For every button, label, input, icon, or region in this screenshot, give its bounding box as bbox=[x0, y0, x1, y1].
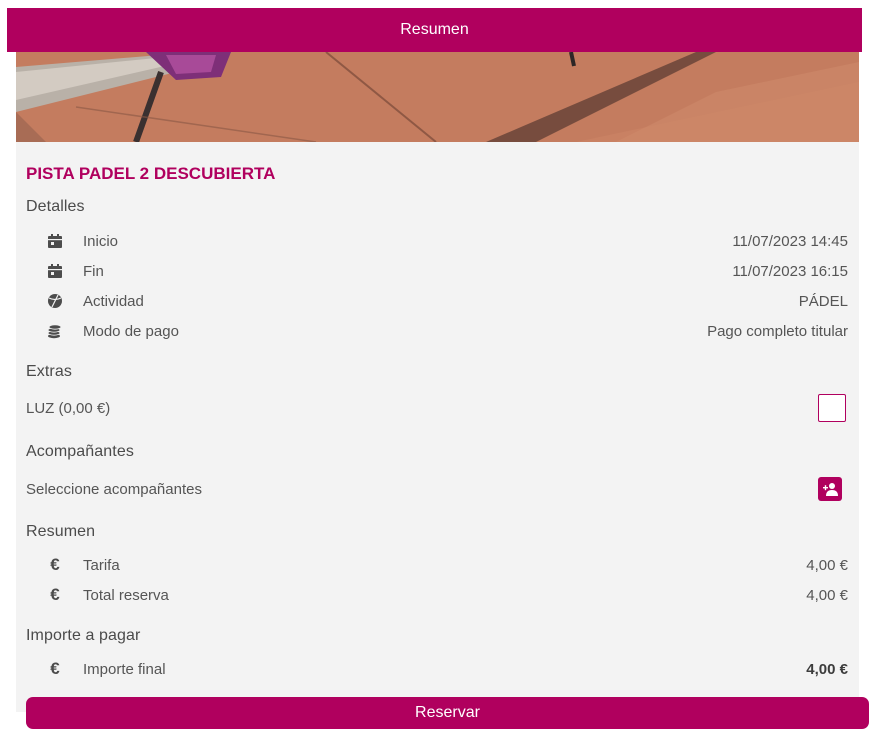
detail-label: Modo de pago bbox=[83, 322, 179, 340]
calendar-icon bbox=[45, 231, 65, 251]
detail-label: Actividad bbox=[83, 292, 144, 310]
payment-row-final: € Importe final 4,00 € bbox=[26, 657, 848, 681]
court-photo bbox=[16, 52, 859, 142]
reservation-card: PISTA PADEL 2 DESCUBIERTA Detalles Inici… bbox=[16, 52, 859, 712]
summary-value: 4,00 € bbox=[806, 556, 848, 574]
final-amount-value: 4,00 € bbox=[806, 660, 848, 678]
detail-row-end: Fin 11/07/2023 16:15 bbox=[26, 259, 848, 283]
companions-row: Seleccione acompañantes bbox=[26, 474, 848, 504]
detail-value: Pago completo titular bbox=[707, 322, 848, 340]
summary-value: 4,00 € bbox=[806, 586, 848, 604]
detail-value: PÁDEL bbox=[798, 292, 848, 310]
page-header: Resumen bbox=[7, 8, 862, 52]
payment-label: Importe final bbox=[83, 660, 166, 678]
companions-prompt: Seleccione acompañantes bbox=[26, 480, 202, 498]
extras-section-title: Extras bbox=[26, 363, 72, 380]
summary-row-rate: € Tarifa 4,00 € bbox=[26, 553, 848, 577]
euro-icon: € bbox=[50, 555, 60, 574]
companions-section-title: Acompañantes bbox=[26, 443, 134, 460]
extra-item-luz: LUZ (0,00 €) bbox=[26, 393, 848, 423]
summary-label: Total reserva bbox=[83, 586, 169, 604]
summary-label: Tarifa bbox=[83, 556, 120, 574]
reservation-summary-page: Resumen PISTA PADEL 2 DESCUBIERTA Detall… bbox=[0, 0, 869, 733]
detail-value: 11/07/2023 14:45 bbox=[732, 232, 848, 250]
detail-row-activity: Actividad PÁDEL bbox=[26, 289, 848, 313]
page-title: Resumen bbox=[400, 21, 469, 38]
detail-row-start: Inicio 11/07/2023 14:45 bbox=[26, 229, 848, 253]
payment-section-title: Importe a pagar bbox=[26, 627, 141, 644]
calendar-icon bbox=[45, 261, 65, 281]
sport-ball-icon bbox=[45, 291, 65, 311]
add-person-icon bbox=[823, 483, 838, 496]
extra-item-label: LUZ (0,00 €) bbox=[26, 399, 111, 417]
summary-section-title: Resumen bbox=[26, 523, 96, 540]
reserve-button[interactable]: Reservar bbox=[26, 697, 869, 729]
add-companion-button[interactable] bbox=[818, 477, 842, 501]
euro-icon: € bbox=[50, 585, 60, 604]
court-name: PISTA PADEL 2 DESCUBIERTA bbox=[26, 164, 276, 183]
detail-label: Fin bbox=[83, 262, 104, 280]
euro-icon: € bbox=[50, 659, 60, 678]
details-section-title: Detalles bbox=[26, 198, 85, 215]
extra-luz-checkbox[interactable] bbox=[818, 394, 846, 422]
summary-row-total: € Total reserva 4,00 € bbox=[26, 583, 848, 607]
detail-value: 11/07/2023 16:15 bbox=[732, 262, 848, 280]
detail-label: Inicio bbox=[83, 232, 119, 250]
detail-row-payment-mode: Modo de pago Pago completo titular bbox=[26, 319, 848, 343]
coins-icon bbox=[45, 321, 65, 341]
